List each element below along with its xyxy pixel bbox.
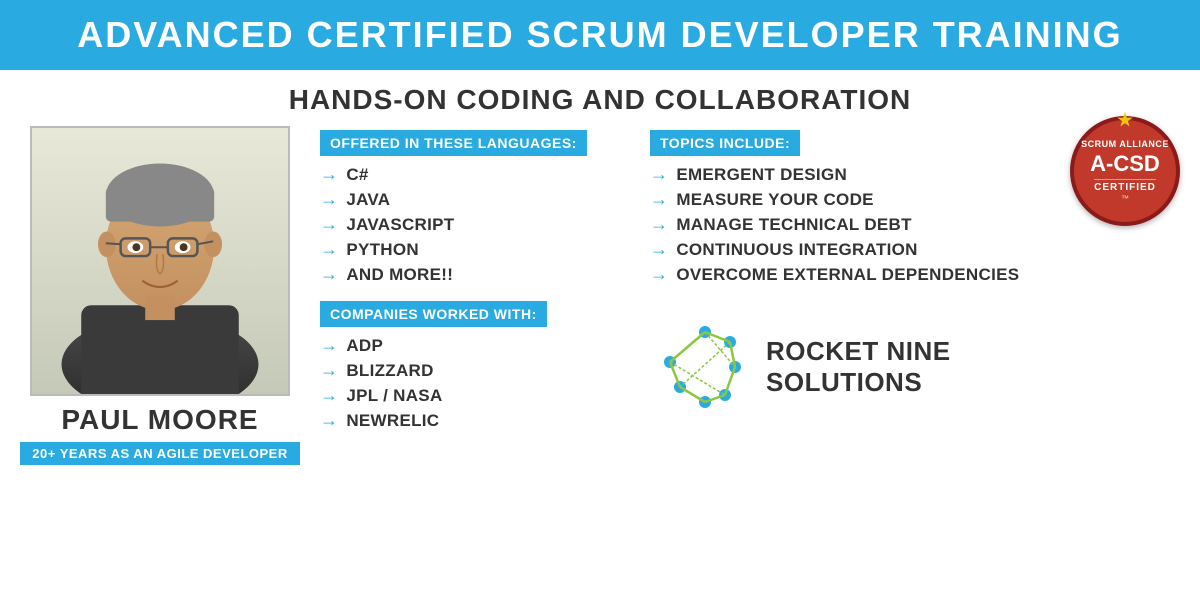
list-item: → AND MORE!! — [320, 264, 630, 285]
instructor-photo — [30, 126, 290, 396]
arrow-icon: → — [320, 189, 338, 210]
list-item: → CONTINUOUS INTEGRATION — [650, 239, 1180, 260]
languages-heading: OFFERED IN THESE LANGUAGES: — [320, 130, 587, 156]
subtitle-text: HANDS-ON CODING AND COLLABORATION — [20, 84, 1180, 116]
header-banner: ADVANCED CERTIFIED SCRUM DEVELOPER TRAIN… — [0, 0, 1200, 70]
left-column: PAUL MOORE 20+ YEARS AS AN AGILE DEVELOP… — [20, 126, 300, 606]
arrow-icon: → — [650, 164, 668, 185]
list-item: → ADP — [320, 335, 630, 356]
arrow-icon: → — [320, 335, 338, 356]
middle-column: OFFERED IN THESE LANGUAGES: → C# → JAVA … — [320, 126, 630, 606]
arrow-icon: → — [650, 214, 668, 235]
company-item: ADP — [346, 336, 383, 356]
language-item: JAVA — [346, 190, 390, 210]
badge-bottom-text: CERTIFIED — [1094, 179, 1156, 193]
arrow-icon: → — [320, 214, 338, 235]
topic-item: CONTINUOUS INTEGRATION — [676, 240, 917, 260]
companies-list: → ADP → BLIZZARD → JPL / NASA → NEWRELIC — [320, 335, 630, 431]
language-item: AND MORE!! — [346, 265, 453, 285]
rocket-nine-text: ROCKET NINESOLUTIONS — [766, 336, 951, 398]
rocket-nine-logo-area: ROCKET NINESOLUTIONS — [650, 317, 1180, 417]
companies-heading: COMPANIES WORKED WITH: — [320, 301, 547, 327]
network-logo-icon — [650, 317, 750, 417]
list-item: → JAVASCRIPT — [320, 214, 630, 235]
languages-section: OFFERED IN THESE LANGUAGES: → C# → JAVA … — [320, 130, 630, 285]
list-item: → NEWRELIC — [320, 410, 630, 431]
header-title: ADVANCED CERTIFIED SCRUM DEVELOPER TRAIN… — [20, 14, 1180, 56]
topic-item: OVERCOME EXTERNAL DEPENDENCIES — [676, 265, 1019, 285]
right-column: Scrum Alliance A-CSD CERTIFIED ™ TOPICS … — [650, 126, 1180, 606]
list-item: → PYTHON — [320, 239, 630, 260]
badge-main-text: A-CSD — [1090, 151, 1160, 177]
topics-heading: TOPICS INCLUDE: — [650, 130, 800, 156]
topic-item: MANAGE TECHNICAL DEBT — [676, 215, 911, 235]
language-item: PYTHON — [346, 240, 419, 260]
arrow-icon: → — [650, 264, 668, 285]
list-item: → JAVA — [320, 189, 630, 210]
company-item: NEWRELIC — [346, 411, 439, 431]
arrow-icon: → — [320, 360, 338, 381]
main-content: PAUL MOORE 20+ YEARS AS AN AGILE DEVELOP… — [0, 126, 1200, 616]
arrow-icon: → — [320, 385, 338, 406]
subtitle-bar: HANDS-ON CODING AND COLLABORATION — [0, 70, 1200, 126]
topic-item: EMERGENT DESIGN — [676, 165, 847, 185]
arrow-icon: → — [650, 189, 668, 210]
arrow-icon: → — [320, 264, 338, 285]
years-badge: 20+ YEARS AS AN AGILE DEVELOPER — [20, 442, 299, 465]
list-item: → C# — [320, 164, 630, 185]
company-item: JPL / NASA — [346, 386, 442, 406]
badge-trademark: ™ — [1121, 194, 1129, 203]
badge-top-text: Scrum Alliance — [1081, 139, 1169, 149]
companies-section: COMPANIES WORKED WITH: → ADP → BLIZZARD … — [320, 301, 630, 431]
arrow-icon: → — [320, 239, 338, 260]
topic-item: MEASURE YOUR CODE — [676, 190, 873, 210]
arrow-icon: → — [320, 164, 338, 185]
acsd-badge: Scrum Alliance A-CSD CERTIFIED ™ — [1070, 116, 1180, 226]
language-item: JAVASCRIPT — [346, 215, 454, 235]
list-item: → BLIZZARD — [320, 360, 630, 381]
instructor-name: PAUL MOORE — [61, 404, 258, 436]
list-item: → OVERCOME EXTERNAL DEPENDENCIES — [650, 264, 1180, 285]
arrow-icon: → — [320, 410, 338, 431]
person-illustration — [32, 126, 288, 396]
language-item: C# — [346, 165, 368, 185]
languages-list: → C# → JAVA → JAVASCRIPT → PYTHON → AN — [320, 164, 630, 285]
badge-circle: Scrum Alliance A-CSD CERTIFIED ™ — [1070, 116, 1180, 226]
arrow-icon: → — [650, 239, 668, 260]
list-item: → JPL / NASA — [320, 385, 630, 406]
company-item: BLIZZARD — [346, 361, 433, 381]
